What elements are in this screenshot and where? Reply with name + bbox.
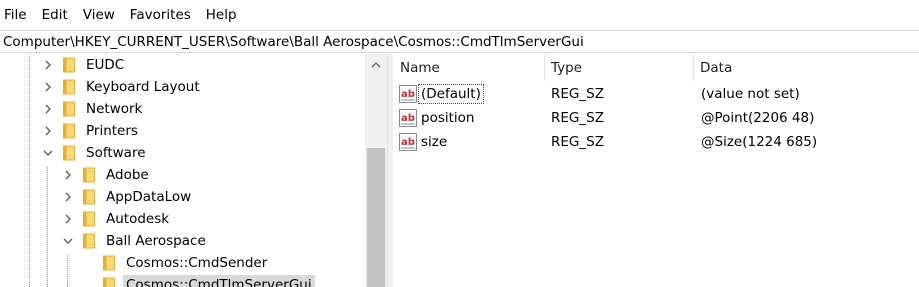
chevron-right-icon[interactable] [42, 76, 54, 98]
address-input[interactable] [0, 31, 919, 52]
value-type: REG_SZ [551, 110, 604, 126]
folder-icon [62, 120, 76, 142]
tree-item-label: Network [86, 101, 143, 117]
address-bar [0, 30, 919, 53]
folder-icon [82, 186, 96, 208]
menu-view[interactable]: View [77, 4, 124, 26]
chevron-right-icon[interactable] [42, 54, 54, 76]
tree-item-label: Software [86, 145, 146, 161]
scroll-thumb[interactable] [367, 148, 385, 287]
tree-item-label: Adobe [106, 167, 149, 183]
scroll-up-arrow-icon[interactable] [365, 54, 387, 76]
tree-guide-line [29, 54, 30, 287]
value-name: size [421, 134, 448, 150]
value-name: position [421, 110, 475, 126]
svg-text:ab: ab [401, 137, 415, 148]
value-name-text: (Default) [418, 84, 484, 104]
value-data: (value not set) [701, 86, 800, 102]
menu-edit[interactable]: Edit [36, 4, 77, 26]
folder-icon [82, 208, 96, 230]
tree-scrollbar[interactable] [365, 54, 387, 287]
tree-item[interactable]: Ball Aerospace [62, 230, 387, 252]
tree-item[interactable]: Printers [42, 120, 387, 142]
tree-item-label: Autodesk [106, 211, 170, 227]
column-header-name[interactable]: Name [393, 54, 544, 81]
tree-item[interactable]: Adobe [62, 164, 387, 186]
tree-item-label: EUDC [86, 57, 125, 73]
value-type: REG_SZ [551, 134, 604, 150]
tree-item[interactable]: EUDC [42, 54, 387, 76]
tree-item[interactable]: Software [42, 142, 387, 164]
svg-text:ab: ab [401, 113, 415, 124]
folder-icon [82, 164, 96, 186]
tree-item[interactable]: Cosmos::CmdSender [82, 252, 387, 274]
string-value-icon: ab [399, 133, 417, 151]
value-row[interactable]: ab position REG_SZ @Point(2206 48) [393, 106, 919, 130]
tree-item[interactable]: Autodesk [62, 208, 387, 230]
chevron-right-icon[interactable] [62, 208, 74, 230]
tree-item-label: Keyboard Layout [86, 79, 200, 95]
string-value-icon: ab [399, 85, 417, 103]
tree-item[interactable]: Network [42, 98, 387, 120]
tree-guide-line [67, 255, 68, 287]
value-name: (Default) [418, 82, 484, 106]
value-data: @Size(1224 685) [701, 134, 818, 150]
menu-help[interactable]: Help [200, 4, 246, 26]
values-list: Name Type Data ab (Default) REG_SZ (value n… [393, 54, 919, 287]
chevron-right-icon[interactable] [62, 186, 74, 208]
tree-item-label: Ball Aerospace [106, 233, 206, 249]
menu-favorites[interactable]: Favorites [124, 4, 200, 26]
column-header-data[interactable]: Data [693, 54, 919, 81]
tree-item-label: Cosmos::CmdSender [126, 255, 268, 271]
tree-item[interactable]: Keyboard Layout [42, 76, 387, 98]
folder-icon [102, 252, 116, 274]
key-tree: EUDC Keyboard Layout Network Printers Softwa… [0, 54, 387, 287]
svg-text:ab: ab [401, 89, 415, 100]
chevron-down-icon[interactable] [62, 230, 74, 252]
chevron-right-icon[interactable] [42, 120, 54, 142]
tree-item-label: Cosmos::CmdTlmServerGui [123, 275, 315, 287]
menu-bar: File Edit View Favorites Help [0, 0, 919, 30]
column-header-type[interactable]: Type [544, 54, 693, 81]
value-row[interactable]: ab (Default) REG_SZ (value not set) [393, 82, 919, 106]
menu-file[interactable]: File [0, 4, 36, 26]
chevron-down-icon[interactable] [42, 142, 54, 164]
value-type: REG_SZ [551, 86, 604, 102]
tree-guide-line [47, 167, 48, 287]
tree-item[interactable]: Cosmos::CmdTlmServerGui [82, 274, 387, 287]
folder-icon [62, 98, 76, 120]
string-value-icon: ab [399, 109, 417, 127]
folder-icon [62, 54, 76, 76]
tree-item[interactable]: AppDataLow [62, 186, 387, 208]
value-data: @Point(2206 48) [701, 110, 815, 126]
value-row[interactable]: ab size REG_SZ @Size(1224 685) [393, 130, 919, 154]
folder-icon [82, 230, 96, 252]
chevron-right-icon[interactable] [42, 98, 54, 120]
folder-icon [102, 274, 116, 287]
tree-item-label: AppDataLow [106, 189, 192, 205]
chevron-right-icon[interactable] [62, 164, 74, 186]
folder-icon [62, 142, 76, 164]
folder-icon [62, 76, 76, 98]
tree-item-label: Printers [86, 123, 138, 139]
